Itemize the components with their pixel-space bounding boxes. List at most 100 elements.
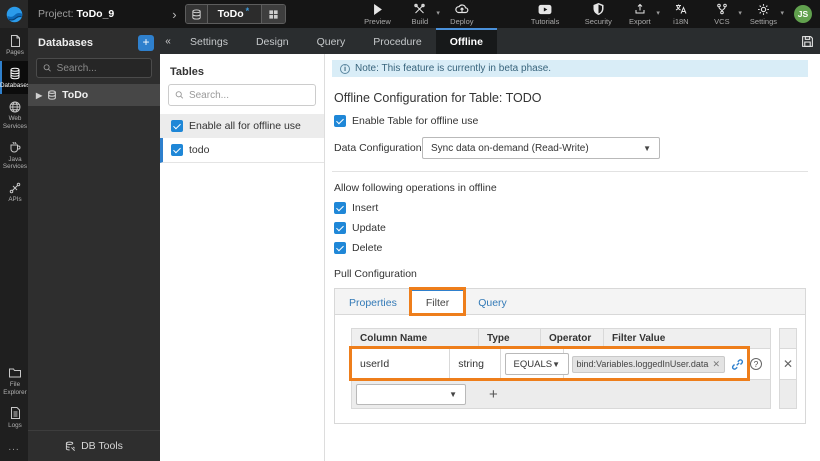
sidebar-item-web-services[interactable]: Web Services xyxy=(0,94,28,134)
operations-label: Allow following operations in offline xyxy=(334,182,497,194)
tab-properties[interactable]: Properties xyxy=(335,289,411,314)
settings-button[interactable]: Settings ▾ xyxy=(750,3,784,26)
tables-search[interactable] xyxy=(168,84,316,106)
tab-procedure[interactable]: Procedure xyxy=(359,28,435,54)
build-button[interactable]: Build ▾ xyxy=(407,3,440,26)
operator-select[interactable]: EQUALS ▼ xyxy=(504,353,569,375)
tab-query-pull[interactable]: Query xyxy=(464,289,521,314)
beta-note: i Note: This feature is currently in bet… xyxy=(332,60,808,77)
remove-binding-icon[interactable]: ✕ xyxy=(712,359,720,370)
tree-expand-icon[interactable]: ▶ xyxy=(36,91,42,100)
add-column-select[interactable]: ▼ xyxy=(356,383,466,405)
column-name-cell[interactable]: userId xyxy=(352,349,451,379)
enable-all-checkbox[interactable] xyxy=(171,120,183,132)
delete-row-button[interactable]: ✕ xyxy=(780,349,796,380)
topbar-actions: Preview Build ▾ Deploy Tutorials xyxy=(364,3,559,26)
delete-column: ✕ xyxy=(779,328,797,409)
modified-marker: * xyxy=(245,6,250,16)
delete-column-header xyxy=(780,329,796,349)
todo-checkbox[interactable] xyxy=(171,144,183,156)
filter-value-cell: bind:Variables.loggedInUser.data ✕ ? xyxy=(564,349,770,379)
tab-offline[interactable]: Offline xyxy=(435,28,497,54)
databases-panel: Databases + ▶ ToDo DB Tools xyxy=(28,28,160,461)
data-configuration-label: Data Configuration xyxy=(334,142,422,154)
security-button[interactable]: Security xyxy=(585,3,612,26)
video-icon xyxy=(538,3,552,16)
user-avatar[interactable]: JS xyxy=(794,5,812,23)
tables-panel-title: Tables xyxy=(170,66,205,78)
shield-icon xyxy=(593,3,604,16)
tab-query[interactable]: Query xyxy=(303,28,360,54)
update-checkbox[interactable] xyxy=(334,222,346,234)
filter-table: Column Name Type Operator Filter Value u… xyxy=(349,328,797,409)
sidebar-item-apis[interactable]: APIs xyxy=(0,175,28,208)
sidebar-item-file-explorer[interactable]: File Explorer xyxy=(0,360,28,400)
api-connector-icon xyxy=(9,181,21,194)
pull-config-tabs: Properties Filter Query xyxy=(335,287,805,316)
breadcrumb-chevron-icon: › xyxy=(172,6,177,22)
wavemaker-logo[interactable] xyxy=(0,0,28,28)
tab-design[interactable]: Design xyxy=(242,28,303,54)
tables-search-input[interactable] xyxy=(188,89,309,101)
help-icon[interactable]: ? xyxy=(750,358,762,370)
tab-settings[interactable]: Settings xyxy=(176,28,242,54)
databases-panel-title: Databases xyxy=(38,37,94,49)
export-button[interactable]: Export ▾ xyxy=(627,3,660,26)
rail-more-button[interactable]: ... xyxy=(0,434,28,461)
add-database-button[interactable]: + xyxy=(138,35,154,51)
database-name: ToDo xyxy=(62,89,89,101)
add-filter-button[interactable]: + xyxy=(489,386,498,403)
insert-checkbox[interactable] xyxy=(334,202,346,214)
insert-row[interactable]: Insert xyxy=(334,202,808,214)
data-configuration-select[interactable]: Sync data on-demand (Read-Write) ▼ xyxy=(422,137,660,159)
caret-down-icon: ▾ xyxy=(436,9,440,17)
enable-all-row[interactable]: Enable all for offline use xyxy=(160,114,324,138)
page-title: Offline Configuration for Table: TODO xyxy=(334,91,542,105)
sidebar-item-java-services[interactable]: Java Services xyxy=(0,135,28,175)
sidebar-item-pages[interactable]: Pages xyxy=(0,28,28,61)
left-rail: Pages Databases Web Services Java Servic… xyxy=(0,28,30,461)
info-icon: i xyxy=(340,63,350,74)
floppy-save-icon xyxy=(801,35,813,47)
databases-search-input[interactable] xyxy=(56,62,145,74)
enable-table-row[interactable]: Enable Table for offline use xyxy=(334,115,808,127)
deploy-button[interactable]: Deploy xyxy=(449,3,475,26)
header-column-name: Column Name xyxy=(352,329,479,348)
caret-down-icon: ▾ xyxy=(780,9,784,17)
data-configuration-row: Data Configuration Sync data on-demand (… xyxy=(334,137,808,159)
tab-filter[interactable]: Filter xyxy=(408,287,467,316)
sidebar-item-databases[interactable]: Databases xyxy=(0,61,30,95)
coffee-icon xyxy=(9,141,21,154)
database-tree-item-todo[interactable]: ▶ ToDo xyxy=(28,84,160,106)
i18n-button[interactable]: i18N xyxy=(668,3,694,26)
binding-chip[interactable]: bind:Variables.loggedInUser.data ✕ xyxy=(571,355,725,373)
filter-add-row: ▼ + xyxy=(352,380,770,408)
rail-spacer xyxy=(0,209,28,361)
app-selector[interactable]: ToDo * xyxy=(184,4,287,24)
delete-checkbox[interactable] xyxy=(334,242,346,254)
collapse-panel-button[interactable]: « xyxy=(160,28,176,54)
databases-search[interactable] xyxy=(36,58,152,78)
tutorials-button[interactable]: Tutorials xyxy=(531,3,559,26)
globe-icon xyxy=(9,100,21,113)
update-row[interactable]: Update xyxy=(334,222,808,234)
filter-table-header: Column Name Type Operator Filter Value xyxy=(352,329,770,349)
database-icon xyxy=(9,67,21,80)
db-tools-icon xyxy=(65,441,76,451)
sidebar-item-logs[interactable]: Logs xyxy=(0,401,28,434)
branch-icon xyxy=(716,3,728,16)
app-selector-name: ToDo * xyxy=(217,6,250,20)
search-icon xyxy=(175,91,184,99)
preview-button[interactable]: Preview xyxy=(364,3,391,26)
bind-link-icon[interactable] xyxy=(731,358,744,371)
vcs-button[interactable]: VCS ▾ xyxy=(709,3,742,26)
app-grid-icon[interactable] xyxy=(261,5,286,23)
tools-icon xyxy=(413,3,426,16)
header-type: Type xyxy=(479,329,541,348)
db-tools-button[interactable]: DB Tools xyxy=(28,430,160,461)
save-button[interactable] xyxy=(794,28,820,54)
table-row-todo[interactable]: todo xyxy=(160,138,324,163)
enable-table-checkbox[interactable] xyxy=(334,115,346,127)
topbar-right-actions: Security Export ▾ i18N VCS ▾ Settings ▾ … xyxy=(585,3,812,26)
delete-row[interactable]: Delete xyxy=(334,242,808,254)
